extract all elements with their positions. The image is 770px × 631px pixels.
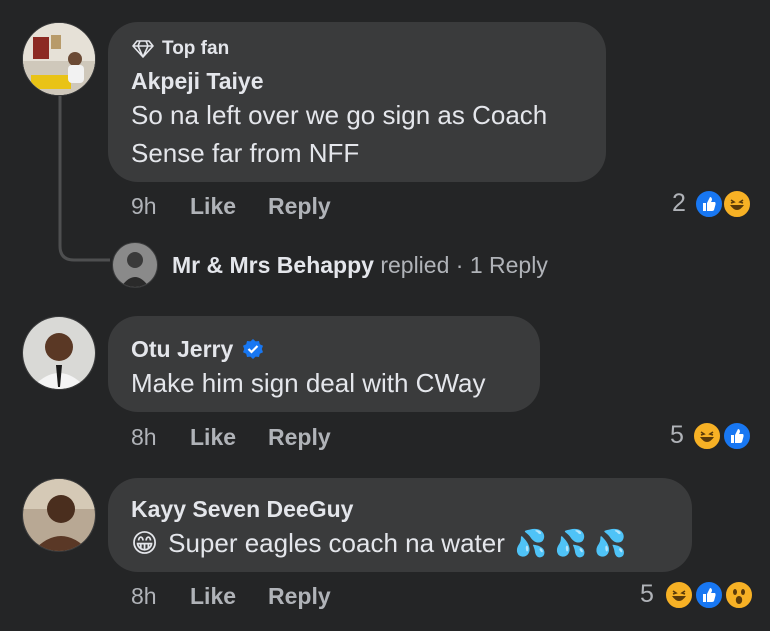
reply-button[interactable]: Reply [268,583,331,610]
like-icon [694,580,724,610]
top-fan-badge: Top fan [132,38,229,60]
top-fan-label: Top fan [162,38,230,59]
reaction-count: 5 [670,421,684,449]
like-button[interactable]: Like [190,583,236,610]
reaction-summary[interactable]: 2 [672,186,762,222]
reply-button[interactable]: Reply [268,193,331,220]
comment-text-line: So na left over we go sign as Coach [131,100,548,130]
sweat-droplets-emoji: 💦 💦 💦 [514,528,627,558]
comment-author[interactable]: Kayy Seven DeeGuy [131,496,353,523]
like-icon [722,421,752,451]
avatar[interactable] [112,242,158,288]
reply-button[interactable]: Reply [268,424,331,451]
comment-text-row: 😁 Super eagles coach na water 💦 💦 💦 [131,524,626,562]
reaction-summary[interactable]: 5 [670,418,762,454]
reaction-count: 5 [640,580,654,608]
comment-timestamp[interactable]: 9h [131,193,157,220]
reaction-count: 2 [672,189,686,217]
view-replies-link[interactable]: Mr & Mrs Behappy replied · 1 Reply [172,252,548,279]
comment-bubble: Otu Jerry Make him sign deal with CWay [108,316,540,412]
comment-text: Make him sign deal with CWay [131,368,486,398]
replied-label: replied [380,252,450,278]
verified-badge-icon [243,338,264,359]
avatar[interactable] [22,316,96,390]
reply-count: 1 Reply [469,252,548,278]
comment-bubble: Kayy Seven DeeGuy 😁 Super eagles coach n… [108,478,692,572]
avatar[interactable] [22,22,96,96]
avatar[interactable] [22,478,96,552]
reaction-summary[interactable]: 5 [640,577,762,613]
thread-connector-line [58,96,110,262]
replier-name: Mr & Mrs Behappy [172,252,374,278]
comment-timestamp[interactable]: 8h [131,583,157,610]
author-row: Otu Jerry [131,336,265,363]
like-button[interactable]: Like [190,193,236,220]
like-icon [694,189,724,219]
separator: · [455,252,464,278]
haha-icon [722,189,752,219]
haha-icon [664,580,694,610]
wow-icon [724,580,754,610]
like-button[interactable]: Like [190,424,236,451]
comment-author[interactable]: Otu Jerry [131,336,233,363]
comment-text-line: Sense far from NFF [131,138,360,168]
grin-emoji: 😁 [131,528,159,558]
comment-bubble: Top fan Akpeji Taiye So na left over we … [108,22,606,182]
comment-text: Super eagles coach na water [168,528,505,558]
diamond-icon [132,40,154,58]
comment-timestamp[interactable]: 8h [131,424,157,451]
comment-author[interactable]: Akpeji Taiye [131,68,264,95]
haha-icon [692,421,722,451]
